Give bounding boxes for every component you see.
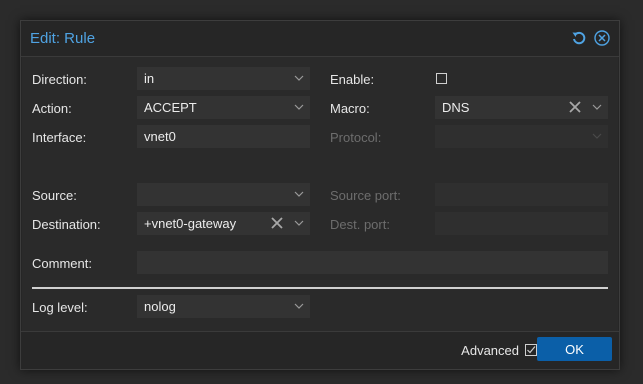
macro-value: DNS [442, 100, 470, 115]
enable-checkbox[interactable] [436, 73, 447, 84]
direction-value: in [144, 71, 155, 86]
action-select[interactable]: ACCEPT [137, 96, 310, 119]
comment-label: Comment: [32, 256, 92, 271]
enable-label: Enable: [330, 72, 375, 87]
interface-input[interactable]: vnet0 [137, 125, 310, 148]
dialog-body: Direction: in Action: ACCEPT Interface: … [22, 57, 618, 333]
protocol-select [435, 125, 608, 148]
close-icon[interactable] [594, 30, 610, 46]
comment-input[interactable] [137, 251, 608, 274]
chevron-down-icon[interactable] [294, 103, 304, 111]
source-port-label: Source port: [330, 188, 401, 203]
interface-label: Interface: [32, 130, 87, 145]
divider [32, 287, 608, 289]
log-level-select[interactable]: nolog [137, 295, 310, 318]
source-select[interactable] [137, 183, 310, 206]
interface-value: vnet0 [144, 129, 176, 144]
chevron-down-icon[interactable] [294, 219, 304, 227]
protocol-label: Protocol: [330, 130, 382, 145]
reset-icon[interactable] [571, 30, 587, 46]
ok-button[interactable]: OK [537, 337, 612, 361]
chevron-down-icon[interactable] [294, 74, 304, 82]
action-value: ACCEPT [144, 100, 197, 115]
action-label: Action: [32, 101, 72, 116]
dialog-footer: Advanced OK [21, 331, 619, 369]
clear-icon[interactable] [271, 217, 283, 229]
macro-label: Macro: [330, 101, 370, 116]
macro-select[interactable]: DNS [435, 96, 608, 119]
destination-label: Destination: [32, 217, 101, 232]
chevron-down-icon[interactable] [592, 103, 602, 111]
chevron-down-icon[interactable] [294, 302, 304, 310]
clear-icon[interactable] [569, 101, 581, 113]
dest-port-label: Dest. port: [330, 217, 390, 232]
checkmark-icon [527, 346, 536, 354]
source-label: Source: [32, 188, 77, 203]
direction-select[interactable]: in [137, 67, 310, 90]
dialog-title: Edit: Rule [30, 30, 96, 47]
destination-select[interactable]: +vnet0-gateway [137, 212, 310, 235]
destination-value: +vnet0-gateway [144, 216, 237, 231]
chevron-down-icon [592, 133, 602, 139]
advanced-label: Advanced [461, 343, 519, 358]
chevron-down-icon[interactable] [294, 190, 304, 198]
log-level-label: Log level: [32, 300, 88, 315]
direction-label: Direction: [32, 72, 87, 87]
advanced-checkbox[interactable] [525, 344, 537, 356]
log-level-value: nolog [144, 299, 176, 314]
source-port-input [435, 183, 608, 206]
edit-rule-dialog: Edit: Rule Direction: in Action: ACCEPT … [20, 20, 620, 370]
dialog-header: Edit: Rule [21, 21, 619, 57]
dest-port-input [435, 212, 608, 235]
